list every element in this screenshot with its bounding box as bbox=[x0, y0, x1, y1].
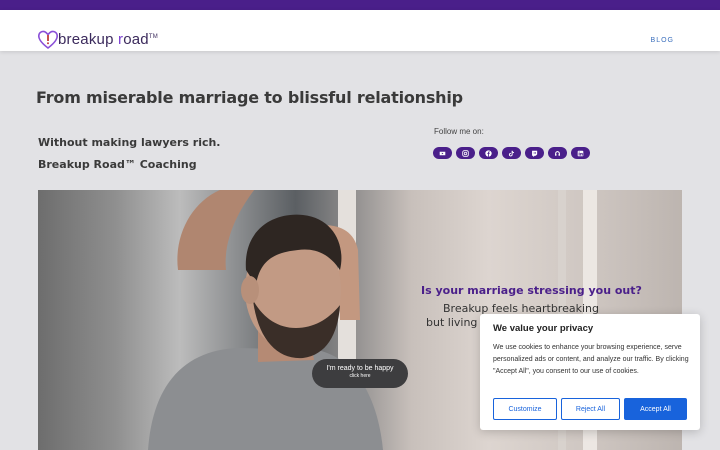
facebook-icon[interactable] bbox=[479, 147, 498, 159]
cta-ready-button[interactable]: I'm ready to be happy click here bbox=[312, 359, 408, 388]
accept-all-button[interactable]: Accept All bbox=[624, 398, 687, 420]
cookie-description: We use cookies to enhance your browsing … bbox=[493, 344, 689, 375]
reject-all-button[interactable]: Reject All bbox=[561, 398, 620, 420]
social-links bbox=[433, 147, 590, 159]
site-logo[interactable]: breakup roadTM bbox=[36, 27, 158, 51]
follow-label: Follow me on: bbox=[434, 127, 484, 136]
youtube-icon[interactable] bbox=[433, 147, 452, 159]
heart-logo-icon bbox=[37, 30, 59, 50]
twitch-icon[interactable] bbox=[525, 147, 544, 159]
instagram-icon[interactable] bbox=[456, 147, 475, 159]
cookie-title: We value your privacy bbox=[493, 323, 594, 334]
banner-question: Is your marriage stressing you out? bbox=[421, 284, 642, 297]
sad-man-photo bbox=[148, 190, 383, 450]
tagline: Without making lawyers rich. Breakup Roa… bbox=[38, 132, 221, 176]
site-header: breakup roadTM BLOG bbox=[0, 10, 720, 51]
logo-wordmark: breakup roadTM bbox=[58, 30, 158, 48]
tagline-line-2: Breakup Road™ Coaching bbox=[38, 158, 197, 171]
logo-trademark: TM bbox=[148, 33, 158, 40]
podcast-icon[interactable] bbox=[548, 147, 567, 159]
cta-main-label: I'm ready to be happy bbox=[326, 365, 394, 372]
nav-blog-link[interactable]: BLOG bbox=[651, 37, 674, 44]
cookie-consent-dialog: We value your privacy We use cookies to … bbox=[480, 314, 700, 430]
top-accent-bar bbox=[0, 0, 720, 10]
linkedin-icon[interactable] bbox=[571, 147, 590, 159]
tiktok-icon[interactable] bbox=[502, 147, 521, 159]
tagline-line-1: Without making lawyers rich. bbox=[38, 136, 221, 149]
customize-button[interactable]: Customize bbox=[493, 398, 557, 420]
cta-sub-label: click here bbox=[349, 373, 371, 379]
page-title: From miserable marriage to blissful rela… bbox=[36, 88, 463, 107]
